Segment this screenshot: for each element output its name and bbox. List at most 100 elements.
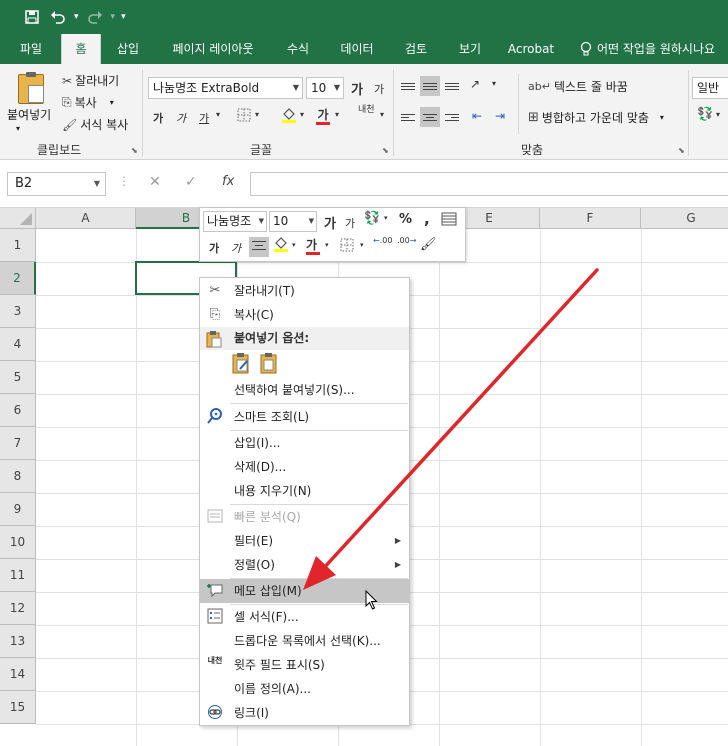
tab-file[interactable]: 파일 — [8, 34, 54, 64]
tab-page-layout[interactable]: 페이지 레이아웃 — [162, 34, 264, 64]
row-header-3[interactable]: 3 — [0, 295, 36, 328]
fill-color-dropdown-icon[interactable]: ▾ — [300, 110, 304, 119]
tab-home[interactable]: 홈 — [61, 34, 101, 64]
column-header-f[interactable]: F — [540, 208, 641, 229]
menu-item-delete[interactable]: 삭제(D)... — [200, 455, 409, 479]
copy-dropdown-icon[interactable]: ▾ — [110, 98, 114, 107]
wrap-text-button[interactable]: ab↵ 텍스트 줄 바꿈 — [528, 78, 628, 95]
row-header-9[interactable]: 9 — [0, 493, 36, 526]
tab-insert[interactable]: 삽입 — [106, 34, 150, 64]
mini-grow-font-button[interactable]: 가 — [324, 213, 336, 232]
row-header-14[interactable]: 14 — [0, 658, 36, 691]
mini-bold-button[interactable]: 가 — [209, 240, 219, 256]
tab-acrobat[interactable]: Acrobat — [502, 34, 560, 64]
tell-me-search[interactable]: 어떤 작업을 원하시나요 — [580, 34, 715, 64]
mini-decrease-decimal-button[interactable]: .00→ — [397, 236, 416, 245]
font-color-dropdown-icon[interactable]: ▾ — [335, 110, 339, 119]
italic-button[interactable]: 가 — [176, 110, 186, 126]
alignment-launcher-icon[interactable]: ⬊ — [678, 146, 685, 155]
row-header-8[interactable]: 8 — [0, 460, 36, 493]
menu-item-copy[interactable]: ⎘ 복사(C) — [200, 303, 409, 327]
mini-font-color-dropdown-icon[interactable]: ▾ — [325, 241, 329, 249]
menu-item-clear-contents[interactable]: 내용 지우기(N) — [200, 479, 409, 503]
paste-dropdown-icon[interactable]: ▾ — [16, 124, 20, 133]
column-header-a[interactable]: A — [36, 208, 136, 229]
mini-font-combo[interactable]: 나눔명조 ▼ — [203, 211, 267, 232]
orientation-icon[interactable]: ↗ — [470, 77, 480, 91]
align-center-button[interactable] — [420, 107, 440, 127]
name-box[interactable]: B2 ▼ — [7, 172, 106, 196]
insert-function-button[interactable]: fx — [222, 174, 234, 189]
merge-center-button[interactable]: ⊞ 병합하고 가운데 맞춤 ▾ — [528, 109, 664, 126]
mini-border-icon[interactable] — [340, 238, 354, 255]
mini-comma-button[interactable]: , — [424, 210, 430, 228]
increase-indent-icon[interactable]: ⇥ — [495, 109, 505, 123]
formula-input[interactable] — [250, 172, 728, 196]
border-icon[interactable] — [237, 108, 251, 125]
mini-increase-decimal-button[interactable]: ←.00 — [373, 236, 392, 245]
save-icon[interactable] — [22, 8, 42, 26]
mini-fill-dropdown-icon[interactable]: ▾ — [292, 241, 296, 249]
menu-item-define-name[interactable]: 이름 정의(A)... — [200, 677, 409, 701]
phonetic-guide-button[interactable]: 내천 — [358, 105, 375, 115]
mini-center-button[interactable] — [249, 237, 269, 257]
font-color-button[interactable]: 가 — [316, 106, 330, 125]
shrink-font-button[interactable]: 가 — [374, 81, 384, 97]
decrease-indent-icon[interactable]: ⇤ — [472, 109, 482, 123]
phonetic-dropdown-icon[interactable]: ▾ — [380, 110, 384, 119]
font-name-combo[interactable]: 나눔명조 ExtraBold ▼ — [148, 77, 303, 99]
redo-dropdown-icon[interactable]: ▾ — [111, 12, 116, 22]
row-header-4[interactable]: 4 — [0, 328, 36, 361]
mini-percent-button[interactable]: % — [399, 212, 412, 227]
row-header-5[interactable]: 5 — [0, 361, 36, 394]
cancel-icon[interactable]: ✕ — [149, 174, 161, 190]
mini-shrink-font-button[interactable]: 가 — [345, 215, 355, 231]
row-header-11[interactable]: 11 — [0, 559, 36, 592]
grow-font-button[interactable]: 가 — [351, 79, 363, 98]
undo-icon[interactable] — [48, 8, 68, 26]
format-painter-button[interactable]: 🖌 서식 복사 — [62, 116, 128, 133]
row-header-2[interactable]: 2 — [0, 262, 36, 295]
menu-item-cut[interactable]: ✂ 잘라내기(T) — [200, 279, 409, 303]
menu-item-filter[interactable]: 필터(E) ▶ — [200, 529, 409, 553]
row-header-6[interactable]: 6 — [0, 394, 36, 427]
select-all-button[interactable] — [0, 208, 36, 229]
paste-icon[interactable] — [18, 72, 44, 104]
mini-italic-button[interactable]: 가 — [231, 240, 241, 256]
align-bottom-button[interactable] — [442, 76, 462, 96]
border-dropdown-icon[interactable]: ▾ — [255, 110, 259, 119]
row-header-15[interactable]: 15 — [0, 691, 36, 724]
column-header-g[interactable]: G — [641, 208, 728, 229]
currency-dropdown-icon[interactable]: ▾ — [716, 110, 720, 119]
mini-font-color-button[interactable]: 가 — [306, 236, 320, 255]
mini-fill-color-icon[interactable] — [273, 235, 289, 256]
align-left-button[interactable] — [398, 107, 418, 127]
tab-review[interactable]: 검토 — [394, 34, 438, 64]
align-top-button[interactable] — [398, 76, 418, 96]
enter-icon[interactable]: ✓ — [185, 174, 197, 190]
mini-format-table-icon[interactable] — [441, 212, 457, 229]
menu-item-pick-from-list[interactable]: 드롭다운 목록에서 선택(K)... — [200, 629, 409, 653]
align-middle-button[interactable] — [420, 76, 440, 96]
font-size-combo[interactable]: 10 ▼ — [306, 77, 344, 99]
bold-button[interactable]: 가 — [153, 110, 163, 126]
tab-formulas[interactable]: 수식 — [276, 34, 320, 64]
align-right-button[interactable] — [442, 107, 462, 127]
menu-item-phonetic-field[interactable]: 내천 윗주 필드 표시(S) — [200, 653, 409, 677]
paste-button[interactable]: 붙여넣기 — [7, 106, 51, 123]
menu-item-sort[interactable]: 정렬(O) ▶ — [200, 553, 409, 577]
font-launcher-icon[interactable]: ⬊ — [382, 146, 389, 155]
tab-view[interactable]: 보기 — [448, 34, 492, 64]
mini-size-combo[interactable]: 10 ▼ — [269, 211, 317, 232]
copy-button[interactable]: ⎘ 복사 ▾ — [62, 94, 114, 111]
fill-color-icon[interactable] — [281, 106, 297, 127]
paste-option-icon[interactable] — [260, 352, 280, 374]
row-header-7[interactable]: 7 — [0, 427, 36, 460]
mini-format-painter-icon[interactable]: 🖌 — [420, 237, 437, 252]
row-header-13[interactable]: 13 — [0, 625, 36, 658]
number-format-combo[interactable]: 일반 — [692, 77, 728, 99]
menu-item-link[interactable]: 링크(I) — [200, 701, 409, 725]
tab-data[interactable]: 데이터 — [330, 34, 384, 64]
row-header-12[interactable]: 12 — [0, 592, 36, 625]
row-header-1[interactable]: 1 — [0, 229, 36, 262]
